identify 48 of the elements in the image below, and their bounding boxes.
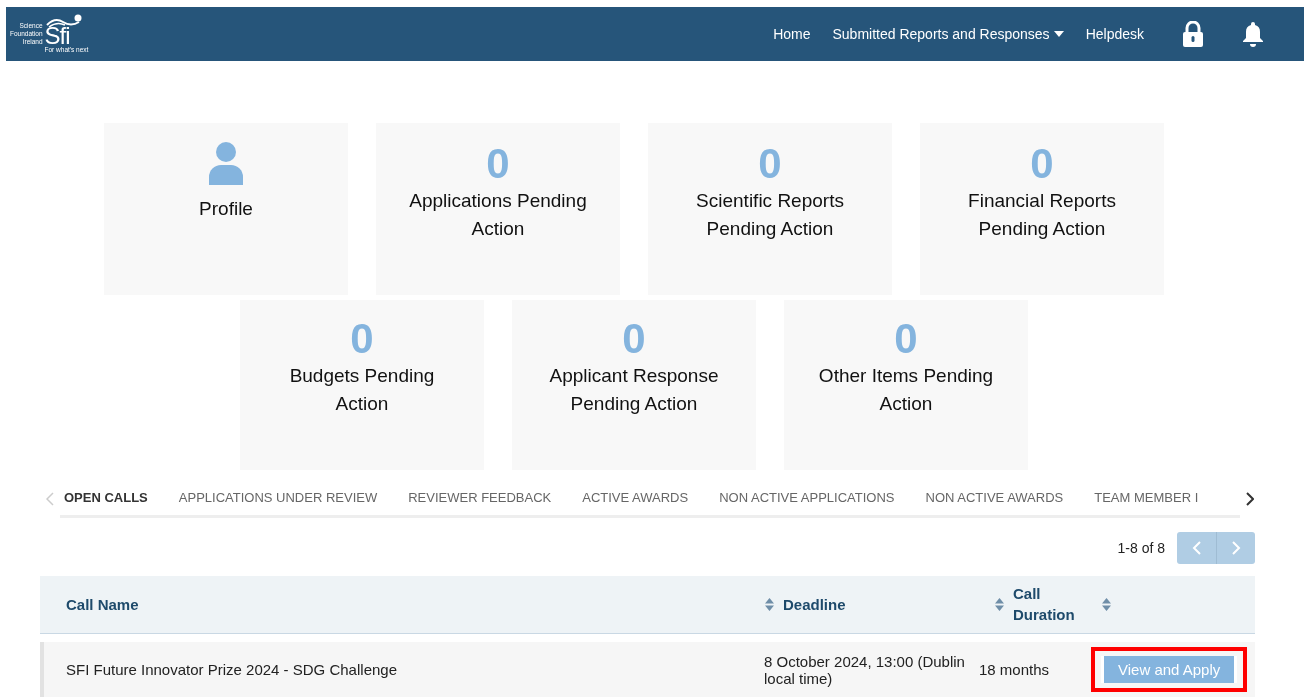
dashboard-tile[interactable]: 0 Applications Pending Action	[376, 123, 620, 295]
column-header[interactable]: Call Duration	[1013, 584, 1077, 625]
sort-icon[interactable]	[995, 598, 1004, 611]
dashboard-tile[interactable]: Profile	[104, 123, 348, 295]
logo-mark: Sfi	[44, 26, 70, 46]
tile-count: 0	[894, 316, 918, 362]
tab[interactable]: NON ACTIVE AWARDS	[921, 480, 1068, 515]
call-name: SFI Future Innovator Prize 2024 - SDG Challenge	[66, 661, 397, 678]
lock-icon[interactable]	[1182, 21, 1204, 47]
tile-count: 0	[486, 141, 510, 187]
tile-label: Other Items Pending Action	[817, 364, 995, 416]
dashboard-tile[interactable]: 0 Financial Reports Pending Action	[920, 123, 1164, 295]
pagination-range: 1-8 of 8	[1117, 540, 1165, 556]
tile-label: Scientific Reports Pending Action	[695, 189, 845, 241]
tab[interactable]: ACTIVE AWARDS	[578, 480, 693, 515]
chevron-right-icon	[1231, 541, 1241, 555]
tab[interactable]: TEAM MEMBER I	[1090, 480, 1203, 515]
call-duration: 18 months	[979, 661, 1050, 678]
tile-label: Applicant Response Pending Action	[548, 364, 720, 416]
nav-link[interactable]: Submitted Reports and Responses	[832, 26, 1064, 42]
sort-icon[interactable]	[765, 598, 774, 611]
tab[interactable]: APPLICATIONS UNDER REVIEW	[174, 480, 382, 515]
chevron-left-icon	[1192, 541, 1201, 555]
tile-label: Financial Reports Pending Action	[967, 189, 1117, 241]
dashboard-tile[interactable]: 0 Other Items Pending Action	[784, 300, 1028, 470]
deadline: 8 October 2024, 13:00 (Dublin local time)	[764, 652, 965, 687]
sort-icon[interactable]	[1102, 598, 1111, 611]
tile-count: 0	[758, 141, 782, 187]
dashboard-tile[interactable]: 0 Scientific Reports Pending Action	[648, 123, 892, 295]
dashboard-tile[interactable]: 0 Budgets Pending Action	[240, 300, 484, 470]
tile-label: Budgets Pending Action	[288, 364, 436, 416]
nav-link[interactable]: Home	[773, 26, 811, 42]
tab[interactable]: REVIEWER FEEDBACK	[404, 480, 556, 515]
tile-count: 0	[350, 316, 374, 362]
notification-bell-icon[interactable]	[1242, 21, 1264, 47]
tab[interactable]: OPEN CALLS	[60, 480, 152, 515]
column-header[interactable]: Deadline	[783, 596, 846, 613]
scroll-right-icon[interactable]	[1246, 492, 1254, 506]
nav-link[interactable]: Helpdesk	[1085, 26, 1144, 42]
tile-count: 0	[1030, 141, 1054, 187]
tile-label: Profile	[198, 197, 254, 221]
tile-label: Applications Pending Action	[408, 189, 588, 241]
scroll-left-icon[interactable]	[46, 492, 54, 506]
person-icon	[209, 141, 243, 185]
dashboard-tile[interactable]: 0 Applicant Response Pending Action	[512, 300, 756, 470]
column-header[interactable]: Call Name	[66, 596, 139, 613]
tab[interactable]: NON ACTIVE APPLICATIONS	[715, 480, 899, 515]
tile-count: 0	[622, 316, 646, 362]
